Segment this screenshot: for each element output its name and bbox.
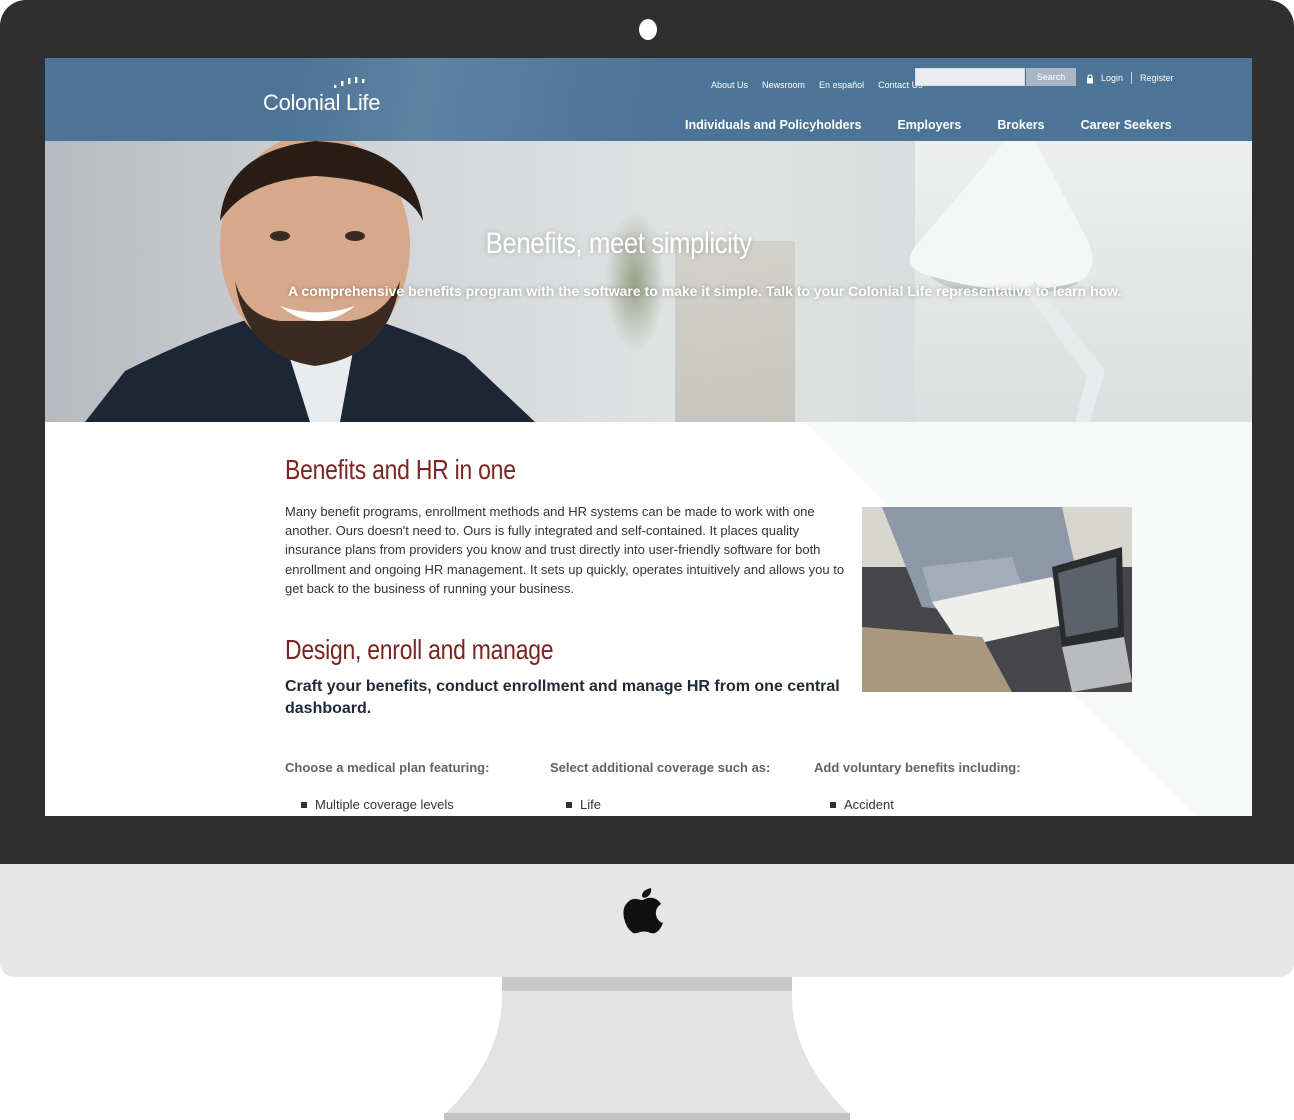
hero-title: Benefits, meet simplicity <box>45 227 1192 261</box>
hero-desk-lamp-image <box>909 141 1105 422</box>
search-button[interactable]: Search <box>1026 68 1076 86</box>
column-heading: Select additional coverage such as: <box>550 760 771 775</box>
lead-paragraph: Craft your benefits, conduct enrollment … <box>285 678 840 717</box>
intro-paragraph: Many benefit programs, enrollment method… <box>285 504 845 596</box>
login-divider <box>1131 72 1132 84</box>
nav-career-seekers[interactable]: Career Seekers <box>1081 118 1172 132</box>
hero-banner: Benefits, meet simplicity A comprehensiv… <box>45 141 1252 422</box>
column-additional-coverage: Select additional coverage such as: Life <box>550 760 800 812</box>
nav-employers[interactable]: Employers <box>897 118 961 132</box>
bullet-icon <box>301 801 307 808</box>
bullet-icon <box>566 801 572 808</box>
hero-man-image <box>85 141 535 422</box>
list-item: Life <box>566 797 601 812</box>
main-nav: Individuals and Policyholders Employers … <box>685 118 1172 132</box>
bullet-list: Multiple coverage levels <box>301 797 454 812</box>
column-heading: Choose a medical plan featuring: <box>285 760 490 775</box>
column-voluntary-benefits: Add voluntary benefits including: Accide… <box>814 760 1064 812</box>
nav-brokers[interactable]: Brokers <box>997 118 1044 132</box>
column-heading: Add voluntary benefits including: <box>814 760 1021 775</box>
hero-bookshelf <box>675 241 795 422</box>
hero-title-text: Benefits, meet simplicity <box>485 227 752 260</box>
list-item: Accident <box>830 797 894 812</box>
main-content: Benefits and HR in one Many benefit prog… <box>45 422 1252 816</box>
utility-nav: About Us Newsroom En español Contact Us <box>711 76 937 94</box>
browser-screen: Colonial Life About Us Newsroom En españ… <box>45 58 1252 816</box>
column-medical-plan: Choose a medical plan featuring: Multipl… <box>285 760 535 812</box>
search-input[interactable] <box>915 68 1025 86</box>
site-header: Colonial Life About Us Newsroom En españ… <box>45 58 1252 141</box>
camera-icon <box>639 19 657 40</box>
list-item: Multiple coverage levels <box>301 797 454 812</box>
util-link-newsroom[interactable]: Newsroom <box>762 80 805 90</box>
bullet-list: Life <box>566 797 601 812</box>
list-item-text: Multiple coverage levels <box>315 797 454 812</box>
register-link[interactable]: Register <box>1140 73 1174 83</box>
nav-individuals-and-policyholders[interactable]: Individuals and Policyholders <box>685 118 861 132</box>
bullet-list: Accident <box>830 797 894 812</box>
heading-design-enroll-manage: Design, enroll and manage <box>285 634 554 665</box>
util-link-about-us[interactable]: About Us <box>711 80 748 90</box>
heading-benefits-and-hr: Benefits and HR in one <box>285 454 516 485</box>
util-link-en-espanol[interactable]: En español <box>819 80 864 90</box>
bullet-icon <box>830 801 836 808</box>
login-link[interactable]: Login <box>1101 73 1123 83</box>
lock-icon <box>1087 74 1093 84</box>
list-item-text: Accident <box>844 797 894 812</box>
logo-text: Colonial Life <box>263 90 381 115</box>
list-item-text: Life <box>580 797 601 812</box>
meeting-photo <box>862 507 1132 692</box>
hero-subtitle: A comprehensive benefits program with th… <box>288 283 1122 299</box>
apple-logo-icon <box>623 888 663 934</box>
monitor-stand <box>444 991 850 1120</box>
